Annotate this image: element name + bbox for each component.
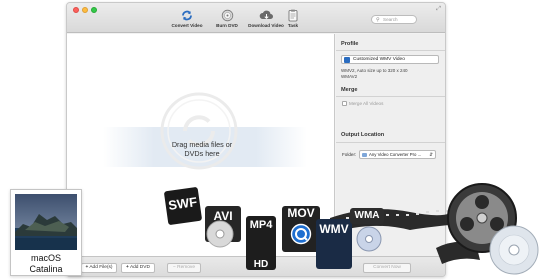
drop-hint-line1: Drag media files or [171, 140, 233, 149]
minimize-window-button[interactable] [82, 7, 88, 13]
merge-all-label: Merge All Videos [349, 101, 384, 106]
profile-desc-line1: WMV2, Auto size up to 320 x 240 [341, 68, 408, 73]
task-button[interactable]: Task [273, 9, 313, 28]
hd-label: HD [253, 259, 269, 270]
folder-value: Any Video Converter Pro ... [369, 152, 422, 157]
folder-icon [362, 153, 367, 157]
convert-watermark-icon [160, 92, 238, 170]
wmv-format-icon: WMV [316, 219, 352, 269]
folder-label: Folder: [342, 152, 357, 157]
search-icon: ⚲ [376, 17, 380, 23]
add-dvd-label: Add DVD [129, 265, 150, 270]
add-files-label: Add File(s) [89, 265, 113, 270]
profile-desc-line2: WMAV2 [341, 73, 358, 79]
merge-all-checkbox[interactable] [342, 101, 347, 106]
quicktime-icon [290, 223, 312, 245]
wmv-profile-icon [344, 57, 350, 63]
add-dvd-button[interactable]: + Add DVD [121, 263, 155, 273]
mov-label: MOV [287, 206, 315, 220]
mp4-label: MP4 [249, 219, 273, 231]
folder-select[interactable]: Any Video Converter Pro ... ⇵ [359, 150, 436, 159]
drop-hint-line2: DVDs here [184, 149, 220, 158]
search-input[interactable]: ⚲ Search [371, 15, 417, 24]
wma-format-icon: WMA [350, 208, 384, 224]
divider [336, 142, 445, 143]
divider [336, 50, 445, 51]
mp4-format-icon: MP4 HD [246, 216, 276, 270]
film-reel-graphic [436, 183, 539, 275]
remove-label: Remove [177, 265, 196, 270]
add-files-button[interactable]: + Add File(s) [81, 263, 117, 273]
wmv-label: WMV [319, 222, 349, 236]
swf-label: SWF [167, 194, 198, 213]
profile-title: Profile [341, 41, 359, 47]
macos-catalina-badge: macOS Catalina [10, 189, 82, 276]
plus-icon: + [85, 265, 89, 270]
fullscreen-icon[interactable]: ⤢ [436, 6, 441, 13]
swf-format-icon: SWF [163, 186, 203, 226]
mov-format-icon: MOV [282, 206, 320, 252]
remove-button[interactable]: − Remove [167, 263, 201, 273]
promo-stage: Convert Video Burn DVD Download Video Ta… [0, 0, 550, 280]
profile-description: WMV2, Auto size up to 320 x 240 WMAV2 [341, 68, 441, 79]
plus-icon: + [126, 265, 129, 270]
chevron-updown-icon: ⇵ [429, 152, 433, 157]
profile-select[interactable]: Customized WMV Video [341, 55, 439, 64]
disc-graphic [356, 226, 382, 252]
disc-graphic [206, 220, 234, 248]
profile-value: Customized WMV Video [353, 57, 405, 62]
badge-line2: Catalina [29, 264, 63, 274]
wma-label: WMA [354, 210, 380, 221]
task-icon [288, 9, 298, 22]
merge-title: Merge [341, 87, 358, 93]
search-placeholder: Search [383, 17, 398, 22]
badge-line1: macOS [30, 253, 61, 263]
catalina-island-image [15, 194, 77, 250]
convert-now-button[interactable]: Convert Now [363, 263, 411, 273]
task-label: Task [287, 23, 299, 28]
drop-hint: Drag media files or DVDs here [151, 140, 253, 158]
disc-icon [221, 9, 233, 22]
divider [336, 96, 445, 97]
burn-dvd-button[interactable]: Burn DVD [207, 9, 247, 28]
convert-video-label: Convert Video [171, 23, 203, 28]
burn-dvd-label: Burn DVD [216, 23, 238, 28]
convert-now-label: Convert Now [373, 265, 401, 270]
convert-icon [182, 10, 192, 21]
zoom-window-button[interactable] [91, 7, 97, 13]
close-window-button[interactable] [73, 7, 79, 13]
toolbar: Convert Video Burn DVD Download Video Ta… [67, 3, 445, 33]
convert-video-button[interactable]: Convert Video [167, 9, 207, 28]
cloud-download-icon [259, 10, 273, 20]
minus-icon: − [172, 265, 176, 270]
output-location-title: Output Location [341, 132, 385, 138]
